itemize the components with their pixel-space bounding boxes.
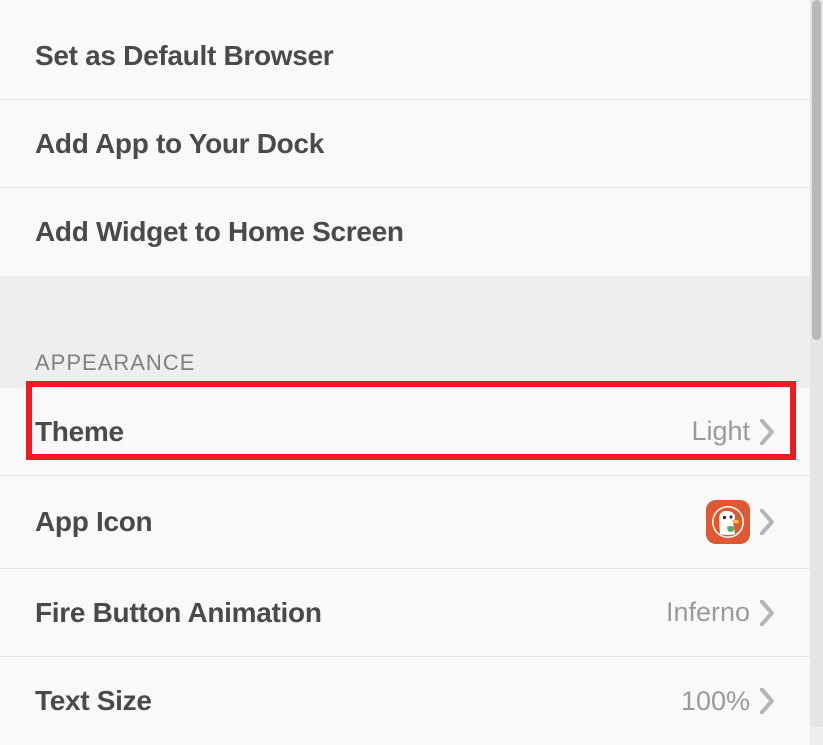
chevron-right-icon [760,600,775,626]
chevron-right-icon [760,509,775,535]
theme-value: Light [691,416,750,447]
chevron-right-icon [760,419,775,445]
add-app-to-dock-row[interactable]: Add App to Your Dock [0,100,810,188]
fire-button-animation-label: Fire Button Animation [35,597,322,629]
set-default-browser-label: Set as Default Browser [35,40,333,72]
scrollbar[interactable] [810,0,823,727]
theme-value-container: Light [691,416,775,447]
text-size-value-container: 100% [681,686,775,717]
appearance-header: APPEARANCE [0,350,810,388]
add-widget-label: Add Widget to Home Screen [35,216,404,248]
set-default-browser-row[interactable]: Set as Default Browser [0,12,810,100]
theme-row[interactable]: Theme Light [0,388,810,476]
fire-button-value: Inferno [666,597,750,628]
add-widget-row[interactable]: Add Widget to Home Screen [0,188,810,276]
app-icon-label: App Icon [35,506,152,538]
chevron-right-icon [760,688,775,714]
scrollbar-thumb[interactable] [812,0,821,340]
fire-button-value-container: Inferno [666,597,775,628]
text-size-row[interactable]: Text Size 100% [0,657,810,745]
text-size-label: Text Size [35,685,152,717]
app-icon-row[interactable]: App Icon [0,476,810,569]
add-app-to-dock-label: Add App to Your Dock [35,128,324,160]
text-size-value: 100% [681,686,750,717]
appearance-section: Theme Light App Icon [0,388,810,745]
section-gap [0,276,810,350]
top-section: Set as Default Browser Add App to Your D… [0,0,810,276]
theme-label: Theme [35,416,124,448]
app-icon-value-container [706,500,775,544]
fire-button-animation-row[interactable]: Fire Button Animation Inferno [0,569,810,657]
duckduckgo-app-icon [706,500,750,544]
